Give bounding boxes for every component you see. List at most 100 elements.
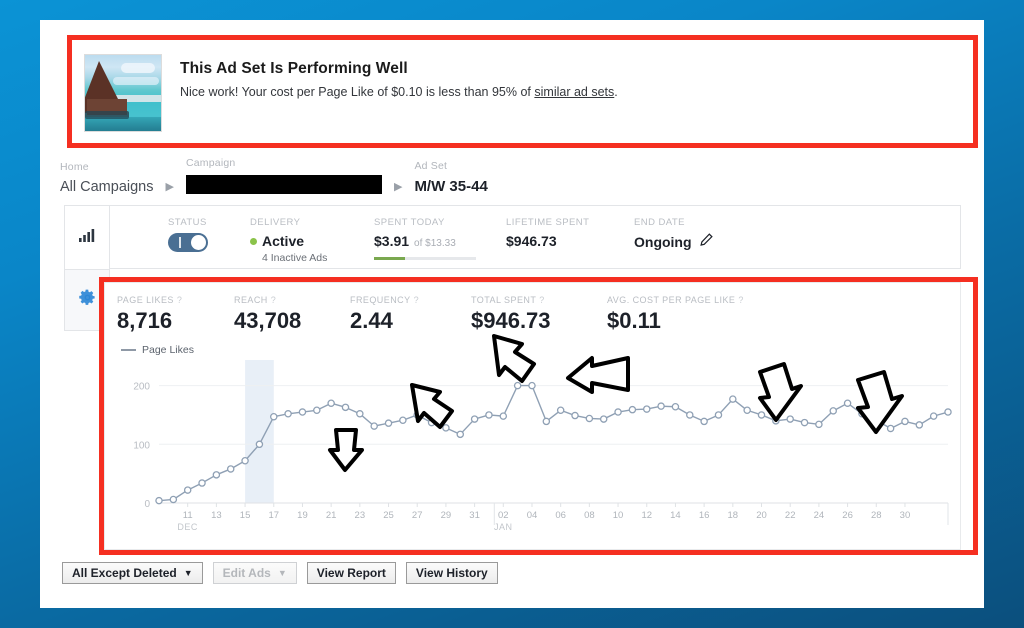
x-axis-month-label: DEC	[177, 522, 198, 532]
breadcrumb-campaign-value	[185, 175, 382, 195]
chart-data-point	[241, 456, 249, 465]
metric-label: TOTAL SPENT?	[471, 295, 583, 305]
view-report-button[interactable]: View Report	[306, 562, 396, 584]
chart-data-point	[901, 417, 909, 426]
bottom-toolbar: All Except Deleted ▼ Edit Ads ▼ View Rep…	[62, 562, 508, 584]
rail-card-chart[interactable]	[64, 205, 110, 269]
help-icon[interactable]: ?	[271, 295, 276, 305]
metric-label-text: FREQUENCY	[350, 295, 411, 305]
breadcrumb-item-campaign[interactable]: Campaign	[185, 157, 382, 195]
x-axis-tick-label: 13	[211, 510, 222, 521]
status-column: STATUS	[168, 206, 242, 252]
chart-data-point	[356, 410, 364, 418]
view-history-button[interactable]: View History	[405, 562, 498, 584]
adset-status-card: STATUS DELIVERY Active 4 Inactive Ads SP…	[64, 205, 961, 269]
x-axis-tick-label: 06	[555, 510, 566, 521]
help-icon[interactable]: ?	[738, 295, 743, 305]
chart-data-point	[284, 410, 292, 418]
help-icon[interactable]: ?	[177, 295, 182, 305]
chart-data-point	[528, 381, 536, 390]
chart-data-point	[757, 411, 766, 419]
x-axis-tick-label: 04	[527, 510, 538, 521]
bar-chart-icon	[78, 227, 96, 248]
metric-frequency: FREQUENCY? 2.44	[350, 295, 447, 334]
delivery-value-row: Active	[250, 233, 370, 249]
metric-label-text: TOTAL SPENT	[471, 295, 537, 305]
chart-data-point	[729, 395, 737, 403]
metrics-row: PAGE LIKES? 8,716 REACH? 43,708 FREQUENC…	[105, 283, 960, 334]
metric-value: $946.73	[471, 308, 551, 333]
lifetime-spent-label: LIFETIME SPENT	[506, 217, 590, 228]
spend-progress-track	[374, 257, 476, 260]
metric-avg-cost-per-page-like: AVG. COST PER PAGE LIKE? $0.11	[607, 295, 787, 334]
banner-text-before: Nice work! Your cost per Page Like of $0…	[180, 85, 535, 99]
breadcrumb-separator-icon: ▶	[393, 181, 403, 193]
legend-line-swatch	[121, 349, 136, 351]
delivery-label: DELIVERY	[250, 217, 301, 228]
help-icon[interactable]: ?	[539, 295, 544, 305]
x-axis-tick-label: 24	[814, 510, 825, 521]
breadcrumb-home-label: Home	[60, 161, 89, 173]
x-axis-tick-label: 29	[441, 510, 452, 521]
pencil-icon[interactable]	[699, 233, 713, 251]
chart-data-point	[413, 411, 421, 419]
chart-data-point	[571, 411, 579, 420]
chart-data-point	[442, 424, 450, 432]
breadcrumb-adset-label: Ad Set	[414, 160, 448, 172]
breadcrumb-separator-icon: ▶	[165, 181, 174, 193]
spent-today-row: $3.91 of $13.33	[374, 233, 492, 249]
metric-reach: REACH? 43,708	[234, 295, 326, 334]
chart-data-point	[499, 412, 508, 420]
page-likes-line-chart: 0 100 200 11 13 15 17 19 21 23 25 27 29 31 02 04 06 08 10 1…	[133, 360, 952, 532]
metric-label-text: AVG. COST PER PAGE LIKE	[607, 295, 736, 305]
breadcrumb-item-adset[interactable]: Ad Set M/W 35-44	[414, 160, 487, 195]
chart-data-point	[298, 408, 307, 416]
chart-data-point	[915, 421, 924, 429]
redacted-campaign-name	[185, 175, 382, 194]
chart-data-point	[542, 417, 551, 426]
chart-data-point	[786, 415, 794, 423]
x-axis-tick-label: 19	[297, 510, 308, 521]
view-report-label: View Report	[316, 566, 386, 580]
x-axis-tick-label: 26	[842, 510, 853, 521]
x-axis-tick-label: 27	[412, 510, 423, 521]
chart-data-point	[772, 417, 780, 425]
x-axis-tick-label: 28	[871, 510, 882, 521]
inactive-ads-count: 4 Inactive Ads	[262, 252, 328, 264]
filter-dropdown-button[interactable]: All Except Deleted ▼	[62, 562, 203, 584]
delivery-column: DELIVERY Active 4 Inactive Ads	[250, 206, 370, 264]
spend-progress-fill	[374, 257, 405, 260]
chart-data-point	[513, 381, 522, 390]
chart-data-point	[815, 420, 823, 429]
breadcrumb: Home All Campaigns ▶ Campaign ▶ Ad Set M…	[60, 155, 960, 195]
breadcrumb-home-value: All Campaigns	[60, 179, 154, 195]
ad-creative-thumbnail	[84, 54, 162, 132]
chart-data-point	[642, 405, 651, 413]
metric-label-text: PAGE LIKES	[117, 295, 174, 305]
chart-data-point	[198, 479, 206, 487]
chart-data-point	[585, 414, 594, 423]
chart-data-point	[427, 418, 436, 427]
chart-data-point	[341, 403, 350, 412]
toggle-bar	[179, 237, 181, 248]
water-shade	[85, 117, 161, 131]
legend-label: Page Likes	[142, 344, 194, 356]
chart-data-point	[456, 430, 465, 439]
chart-data-point	[313, 406, 321, 415]
breadcrumb-campaign-label: Campaign	[185, 157, 236, 169]
breadcrumb-item-home[interactable]: Home All Campaigns	[60, 161, 154, 195]
x-axis-tick-label: 31	[469, 510, 480, 521]
spent-today-column: SPENT TODAY $3.91 of $13.33	[374, 206, 492, 260]
status-label: STATUS	[168, 217, 207, 228]
help-icon[interactable]: ?	[414, 295, 419, 305]
similar-ad-sets-link[interactable]: similar ad sets	[534, 85, 614, 99]
y-axis-tick-label: 100	[133, 440, 150, 451]
x-axis-tick-label: 17	[268, 510, 279, 521]
metric-value: 8,716	[117, 308, 173, 333]
status-toggle[interactable]	[168, 233, 208, 252]
edit-ads-button[interactable]: Edit Ads ▼	[212, 562, 297, 584]
chart-data-point	[370, 422, 378, 430]
chart-data-point	[485, 411, 493, 419]
banner-title: This Ad Set Is Performing Well	[180, 60, 408, 77]
chart-data-point	[384, 419, 393, 427]
